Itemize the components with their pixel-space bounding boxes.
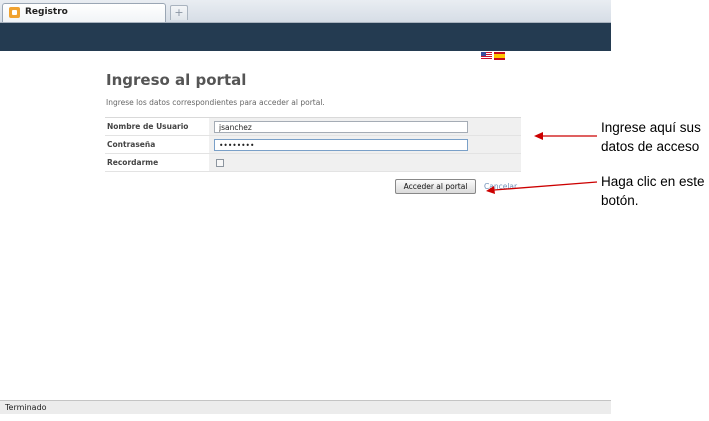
remember-checkbox[interactable] [216, 159, 224, 167]
annotation-credentials: Ingrese aquí sus datos de acceso [601, 118, 701, 156]
portal-header-bar [0, 23, 611, 51]
username-row: Nombre de Usuario [105, 118, 521, 136]
username-input[interactable] [214, 121, 468, 133]
remember-row: Recordarme [105, 154, 521, 172]
login-button[interactable]: Acceder al portal [395, 179, 476, 194]
password-input[interactable] [214, 139, 468, 151]
username-label-cell: Nombre de Usuario [105, 118, 209, 135]
language-selector [481, 52, 507, 60]
login-form: Nombre de Usuario Contraseña Recordarme [105, 117, 521, 172]
new-tab-button[interactable]: + [170, 5, 188, 20]
password-field-cell [209, 136, 521, 153]
browser-window: Registro + Ingreso al portal Ingrese los… [0, 0, 611, 414]
remember-label-cell: Recordarme [105, 154, 209, 171]
site-favicon-icon [9, 7, 20, 18]
password-label: Contraseña [107, 140, 156, 149]
tab-strip: Registro + [0, 0, 611, 23]
username-field-cell [209, 118, 521, 135]
annotation-button: Haga clic en este botón. [601, 172, 705, 210]
page-subtitle: Ingrese los datos correspondientes para … [106, 98, 325, 107]
tab-registro[interactable]: Registro [2, 3, 166, 22]
annotation-button-line2: botón. [601, 193, 639, 208]
es-flag-icon[interactable] [494, 52, 505, 60]
annotation-credentials-line2: datos de acceso [601, 139, 700, 154]
cancel-link[interactable]: Cancelar [484, 182, 517, 191]
username-label: Nombre de Usuario [107, 122, 189, 131]
annotation-credentials-line1: Ingrese aquí sus [601, 120, 701, 135]
password-row: Contraseña [105, 136, 521, 154]
page-title: Ingreso al portal [106, 71, 247, 89]
status-text: Terminado [5, 403, 47, 412]
annotation-button-line1: Haga clic en este [601, 174, 705, 189]
remember-label: Recordarme [107, 158, 159, 167]
tab-title: Registro [25, 7, 68, 17]
status-bar: Terminado [0, 400, 611, 414]
en-flag-icon[interactable] [481, 52, 492, 60]
remember-field-cell [209, 154, 521, 171]
password-label-cell: Contraseña [105, 136, 209, 153]
